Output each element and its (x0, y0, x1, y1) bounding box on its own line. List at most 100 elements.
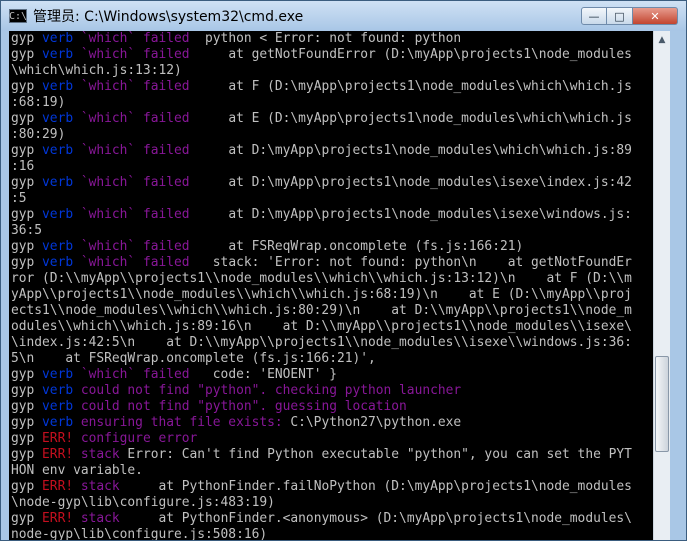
window-title: 管理员: C:\Windows\system32\cmd.exe (33, 9, 304, 25)
console-icon[interactable]: C:\ (9, 9, 27, 23)
console-segment: verb (42, 207, 74, 222)
console-segment: Error: Can't find Python executable "pyt… (119, 447, 632, 462)
console-segment: configure error (73, 431, 198, 446)
console-segment: gyp (11, 111, 43, 126)
console-line: gyp verb `which` failed at E (D:\myApp\p… (11, 111, 632, 127)
console-line: \index.js:42:5\n at D:\\myApp\\projects1… (11, 335, 632, 351)
console-line: gyp verb `which` failed at D:\myApp\proj… (11, 143, 632, 159)
console-segment: at F (D:\myApp\projects1\node_modules\wh… (189, 79, 632, 94)
console-line: gyp verb `which` failed python < Error: … (11, 31, 632, 47)
console-segment: at E (D:\myApp\projects1\node_modules\wh… (189, 111, 632, 126)
console-segment: at D:\myApp\projects1\node_modules\isexe… (189, 207, 632, 222)
console-line: :16 (11, 159, 632, 175)
close-button[interactable]: ✕ (633, 7, 678, 25)
cmd-window: C:\ 管理员: C:\Windows\system32\cmd.exe — □… (0, 0, 687, 541)
console-segment: ror (D:\\myApp\\projects1\\node_modules\… (11, 271, 632, 286)
console-segment: gyp (11, 479, 43, 494)
console-segment: at D:\myApp\projects1\node_modules\isexe… (189, 175, 632, 190)
console-line: gyp verb `which` failed code: 'ENOENT' } (11, 367, 632, 383)
console-segment: ERR! (42, 447, 74, 462)
console-segment: `which` failed (73, 79, 190, 94)
console-segment: \node-gyp\lib\configure.js:483:19) (11, 495, 275, 510)
console-segment: gyp (11, 415, 43, 430)
console-line: yApp\\projects1\\node_modules\\which\\wh… (11, 287, 632, 303)
console-segment: gyp (11, 175, 43, 190)
console-segment: :16 (11, 159, 35, 174)
maximize-button[interactable]: □ (607, 7, 633, 25)
console-line: gyp verb could not find "python". checki… (11, 383, 632, 399)
console-segment: node-gyp\lib\configure.js:508:16) (11, 527, 268, 541)
console-segment: gyp (11, 399, 43, 414)
console-segment: verb (42, 383, 74, 398)
console-line: :68:19) (11, 95, 632, 111)
minimize-button[interactable]: — (581, 7, 607, 25)
console-line: gyp verb could not find "python". guessi… (11, 399, 632, 415)
console-line: HON env variable. (11, 463, 632, 479)
console-segment: verb (42, 47, 74, 62)
console-segment: gyp (11, 431, 43, 446)
console-line: gyp ERR! stack Error: Can't find Python … (11, 447, 632, 463)
console-segment: gyp (11, 447, 43, 462)
window-controls: — □ ✕ (581, 7, 678, 25)
console-segment: gyp (11, 255, 43, 270)
console-segment: :80:29) (11, 127, 66, 142)
console-line: :5 (11, 191, 632, 207)
scrollbar-thumb[interactable] (655, 356, 669, 452)
console-line: \node-gyp\lib\configure.js:483:19) (11, 495, 632, 511)
console-line: ror (D:\\myApp\\projects1\\node_modules\… (11, 271, 632, 287)
console-output[interactable]: gyp verb `which` failed python < Error: … (9, 31, 653, 541)
console-segment: stack (73, 447, 120, 462)
console-segment: ERR! (42, 431, 74, 446)
console-segment: gyp (11, 367, 43, 382)
console-segment: verb (42, 367, 74, 382)
scroll-up-arrow-icon[interactable]: ▲ (654, 31, 670, 48)
console-segment: at getNotFoundError (D:\myApp\projects1\… (189, 47, 632, 62)
console-segment: \which\which.js:13:12) (11, 63, 182, 78)
console-segment: verb (42, 239, 74, 254)
console-segment: \index.js:42:5\n at D:\\myApp\\projects1… (11, 335, 632, 350)
console-segment: verb (42, 79, 74, 94)
console-lines: gyp verb `which` failed python < Error: … (11, 31, 632, 541)
console-segment: ERR! (42, 479, 74, 494)
console-segment: ERR! (42, 511, 74, 526)
console-segment: `which` failed (73, 207, 190, 222)
vertical-scrollbar[interactable]: ▲ (653, 31, 670, 540)
console-segment: gyp (11, 207, 43, 222)
console-segment: `which` failed (73, 31, 190, 46)
console-segment: ects1\\node_modules\\which\\which.js:80:… (11, 303, 632, 318)
console-segment: code: 'ENOENT' } (189, 367, 337, 382)
console-segment: at PythonFinder.<anonymous> (D:\myApp\pr… (119, 511, 632, 526)
console-segment: gyp (11, 511, 43, 526)
console-segment: HON env variable. (11, 463, 143, 478)
console-segment: verb (42, 31, 74, 46)
console-segment: gyp (11, 143, 43, 158)
console-segment: 36:5 (11, 223, 43, 238)
console-segment: stack (73, 479, 120, 494)
console-segment: stack: 'Error: not found: python\n at ge… (189, 255, 632, 270)
console-segment: stack (73, 511, 120, 526)
console-segment: verb (42, 111, 74, 126)
console-segment: gyp (11, 79, 43, 94)
title-bar[interactable]: C:\ 管理员: C:\Windows\system32\cmd.exe — □… (1, 1, 686, 31)
console-segment: verb (42, 255, 74, 270)
console-segment: verb (42, 399, 74, 414)
console-line: gyp ERR! stack at PythonFinder.<anonymou… (11, 511, 632, 527)
console-segment: `which` failed (73, 367, 190, 382)
console-segment: `which` failed (73, 143, 190, 158)
console-line: gyp verb `which` failed at getNotFoundEr… (11, 47, 632, 63)
console-segment: C:\Python27\python.exe (282, 415, 462, 430)
console-line: gyp verb `which` failed stack: 'Error: n… (11, 255, 632, 271)
console-line: 5\n at FSReqWrap.oncomplete (fs.js:166:2… (11, 351, 632, 367)
console-segment: could not find "python". checking python… (73, 383, 462, 398)
console-segment: :5 (11, 191, 27, 206)
console-line: gyp verb `which` failed at D:\myApp\proj… (11, 175, 632, 191)
console-segment: gyp (11, 31, 43, 46)
console-line: node-gyp\lib\configure.js:508:16) (11, 527, 632, 541)
console-segment: 5\n at FSReqWrap.oncomplete (fs.js:166:2… (11, 351, 376, 366)
console-segment: `which` failed (73, 47, 190, 62)
console-line: gyp verb ensuring that file exists: C:\P… (11, 415, 632, 431)
console-line: :80:29) (11, 127, 632, 143)
console-segment: `which` failed (73, 175, 190, 190)
console-line: odules\\which\\which.js:89:16\n at D:\\m… (11, 319, 632, 335)
console-segment: :68:19) (11, 95, 66, 110)
